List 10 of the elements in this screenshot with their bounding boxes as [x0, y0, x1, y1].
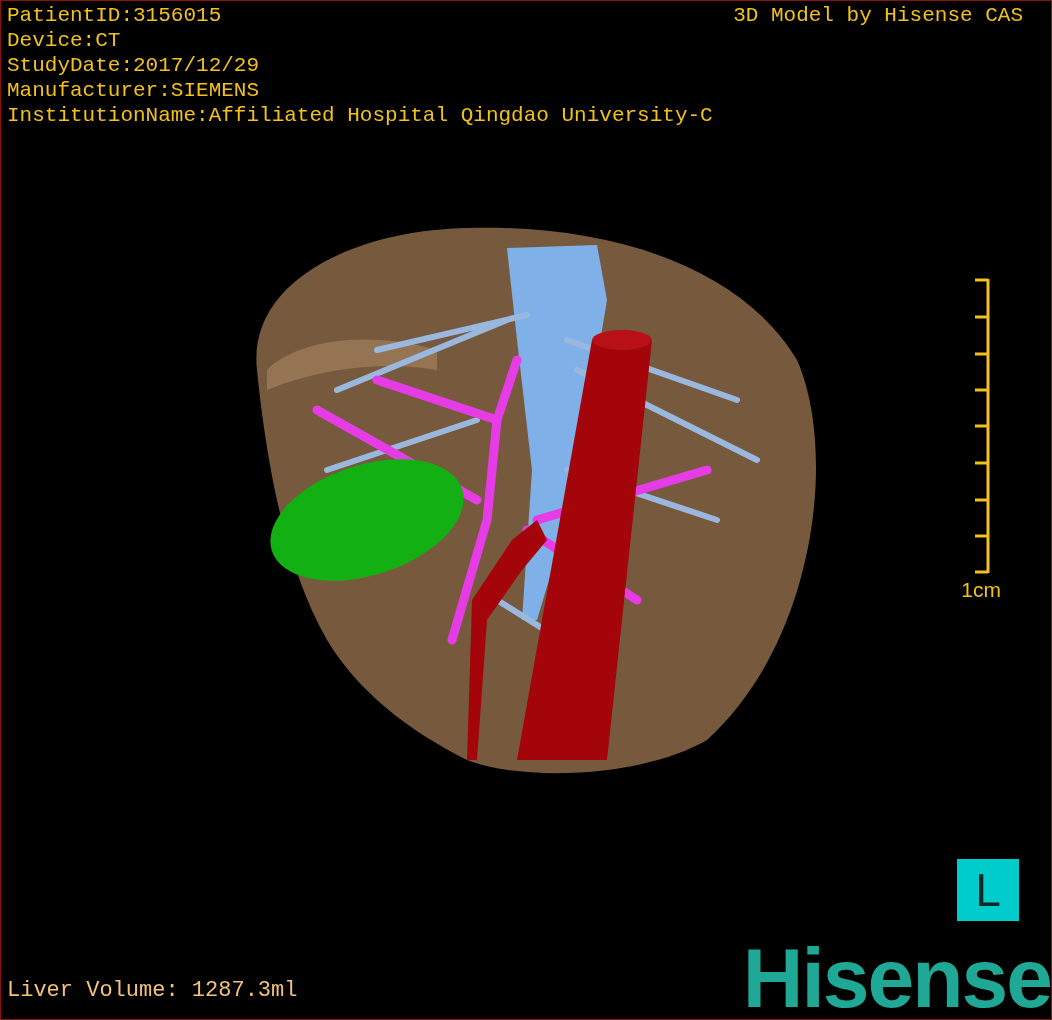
patient-info-line: PatientID:3156015	[7, 3, 223, 28]
scale-label: 1cm	[961, 577, 1001, 603]
patient-info-line: InstitutionName:Affiliated Hospital Qingdao University-C	[7, 103, 713, 128]
brand-logo: Hisense	[742, 943, 1051, 1013]
patient-info-line: Manufacturer:SIEMENS	[7, 78, 261, 103]
patient-info-line: Device:CT	[7, 28, 122, 53]
model-caption: 3D Model by Hisense CAS	[733, 3, 1023, 29]
patient-info-line: StudyDate:2017/12/29	[7, 53, 261, 78]
orientation-marker: L	[957, 859, 1019, 921]
liver-volume: Liver Volume: 1287.3ml	[7, 977, 298, 1005]
